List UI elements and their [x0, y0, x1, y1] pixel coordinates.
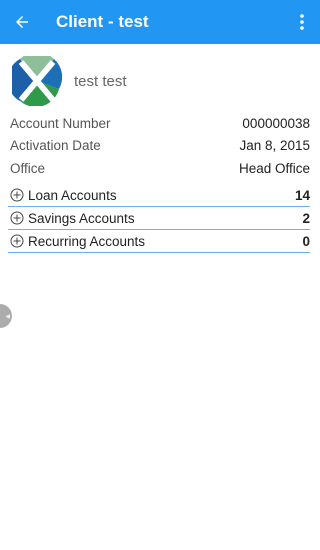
savings-accounts-row[interactable]: Savings Accounts 2 — [8, 207, 310, 230]
account-count: 14 — [294, 187, 310, 203]
accounts-list: Loan Accounts 14 Savings Accounts 2 Recu… — [8, 184, 310, 253]
expand-plus-icon — [10, 234, 24, 248]
overflow-menu-button[interactable] — [290, 0, 314, 44]
recurring-accounts-row[interactable]: Recurring Accounts 0 — [8, 230, 310, 253]
page-title: Client - test — [56, 12, 149, 31]
arrow-left-icon — [16, 16, 28, 28]
account-count: 2 — [302, 210, 310, 226]
client-name: test test — [74, 72, 127, 90]
expand-plus-icon — [10, 211, 24, 225]
more-vert-icon — [300, 14, 304, 30]
detail-value: Head Office — [238, 160, 310, 176]
detail-label: Activation Date — [10, 138, 101, 154]
account-type-label: Recurring Accounts — [28, 233, 146, 249]
loan-accounts-row[interactable]: Loan Accounts 14 — [8, 184, 310, 207]
client-details: Account Number 000000038 Activation Date… — [10, 112, 310, 180]
client-profile: test test — [12, 56, 127, 106]
client-logo[interactable] — [12, 56, 62, 106]
detail-row-office: Office Head Office — [10, 157, 310, 180]
expand-plus-icon — [10, 188, 24, 202]
detail-label: Account Number — [10, 115, 111, 131]
app-bar: Client - test — [0, 0, 320, 44]
account-type-label: Loan Accounts — [28, 187, 117, 203]
account-type-label: Savings Accounts — [28, 210, 135, 226]
back-button[interactable] — [0, 0, 44, 44]
account-count: 0 — [302, 233, 310, 249]
detail-row-activation-date: Activation Date Jan 8, 2015 — [10, 135, 310, 158]
floating-side-handle[interactable]: ◀ — [0, 304, 12, 328]
detail-value: Jan 8, 2015 — [239, 138, 310, 154]
detail-row-account-number: Account Number 000000038 — [10, 112, 310, 135]
side-handle-icon: ◀ — [5, 313, 10, 320]
detail-label: Office — [10, 160, 46, 176]
detail-value: 000000038 — [242, 115, 310, 131]
